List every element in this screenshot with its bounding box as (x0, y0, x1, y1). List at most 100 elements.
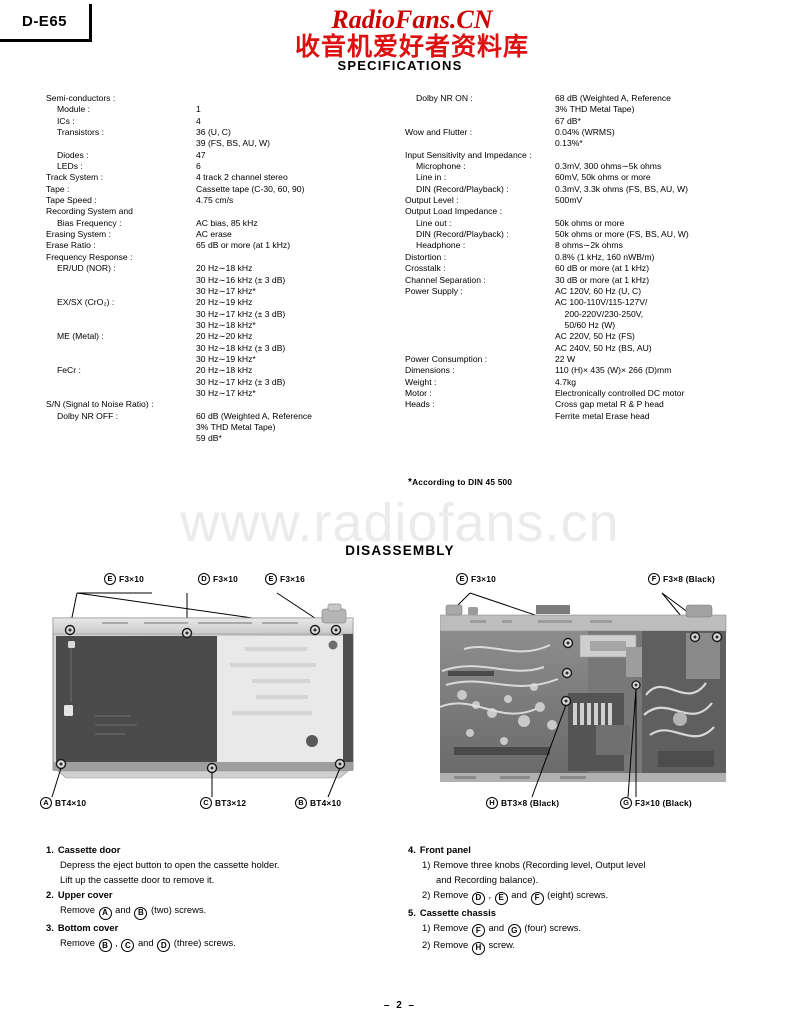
spec-value: 60 dB (Weighted A, Reference (196, 410, 312, 421)
spec-value: 60mV, 50k ohms or more (555, 172, 651, 183)
spec-value: AC erase (196, 229, 232, 240)
spec-term: Erase Ratio : (46, 240, 96, 251)
disassembly-heading: DISASSEMBLY (345, 543, 455, 558)
callout-left-bottom-3: B BT4×10 (295, 797, 341, 809)
spec-row: Heads : Cross gap metal R & P head (405, 399, 755, 410)
spec-term: Microphone : (416, 161, 466, 172)
ref-circle-icon: H (486, 797, 498, 809)
callout-text: F3×10 (Black) (635, 798, 692, 808)
spec-value: 0.3mV, 300 ohms∼5k ohms (555, 161, 662, 172)
spec-term: S/N (Signal to Noise Ratio) : (46, 399, 154, 410)
spec-row: Frequency Response : (46, 252, 386, 263)
callout-left-top-1: E F3×10 (104, 573, 144, 585)
spec-value: 39 (FS, BS, AU, W) (196, 138, 271, 149)
callout-right-bottom-1: H BT3×8 (Black) (486, 797, 559, 809)
ref-circle-icon: C (200, 797, 212, 809)
ref-circle-icon: F (530, 891, 544, 905)
spec-row: 67 dB* (405, 116, 755, 127)
spec-value: 30 Hz∼19 kHz* (196, 353, 256, 364)
spec-row: Tape Speed : 4.75 cm/s (46, 195, 386, 206)
spec-row: Input Sensitivity and Impedance : (405, 150, 755, 161)
spec-value: 4.75 cm/s (196, 195, 234, 206)
sub-step-text: Remove F and G (four) screws. (433, 920, 581, 937)
spec-row: Power Consumption : 22 W (405, 354, 755, 365)
callout-left-top-3: E F3×16 (265, 573, 305, 585)
ref-circle-icon: H (471, 941, 485, 955)
sub-step-label: 1) (422, 921, 431, 933)
spec-value: Cross gap metal R & P head (555, 399, 664, 410)
spec-value: AC 120V, 60 Hz (U, C) (555, 285, 642, 296)
spec-row: 30 Hz∼17 kHz (± 3 dB) (46, 377, 386, 388)
spec-value: Electronically controlled DC motor (555, 387, 685, 398)
ref-circle-icon: F (648, 573, 660, 585)
disassembly-diagram-bottom-view: E F3×10 D F3×10 E F3×16 A BT4×10 C BT3×1… (40, 573, 370, 820)
spec-value: 67 dB* (555, 115, 581, 126)
step-text: Remove A and B (two) screws. (46, 902, 391, 920)
spec-value: 1 (196, 104, 201, 115)
spec-row: 0.13%* (405, 138, 755, 149)
callout-text: F3×10 (471, 574, 496, 584)
spec-row: S/N (Signal to Noise Ratio) : (46, 399, 386, 410)
page-number: – 2 – (383, 1000, 417, 1011)
spec-value: 20 Hz∼18 kHz (196, 365, 253, 376)
sub-step-text: Remove three knobs (Recording level, Out… (433, 859, 646, 870)
callout-text: BT3×8 (Black) (501, 798, 560, 808)
step-title: Front panel (419, 844, 471, 855)
spec-row: Wow and Flutter : 0.04% (WRMS) (405, 127, 755, 138)
ref-circle-icon: E (494, 891, 508, 905)
spec-row: Channel Separation : 30 dB or more (at 1 … (405, 275, 755, 286)
spec-term: Frequency Response : (46, 251, 133, 262)
spec-term: Output Level : (405, 195, 459, 206)
spec-value: 59 dB* (196, 433, 222, 444)
step-number: 3. (46, 921, 54, 933)
disassembly-steps-left: 1. Cassette door Depress the eject button … (46, 842, 391, 952)
spec-term: Power Consumption : (405, 353, 488, 364)
spec-term: Transistors : (57, 127, 104, 138)
spec-term: Dolby NR ON : (416, 93, 473, 103)
spec-row: Output Level : 500mV (405, 195, 755, 206)
spec-value: 200-220V/230-250V, (555, 308, 644, 319)
ref-circle-icon: B (134, 906, 148, 920)
din-standard-footnote: *According to DIN 45 500 (408, 477, 512, 488)
spec-row: 30 Hz∼17 kHz* (46, 286, 386, 297)
spec-term: Wow and Flutter : (405, 127, 473, 138)
spec-value: 8 ohms∼2k ohms (555, 240, 623, 251)
step-number: 2. (46, 889, 54, 900)
spec-row: AC 100-110V/115-127V/ (405, 297, 755, 308)
spec-row: Tape : Cassette tape (C-30, 60, 90) (46, 184, 386, 195)
spec-term: Line in : (416, 172, 447, 183)
spec-row: 3% THD Metal Tape) (46, 422, 386, 433)
spec-value: 50k ohms or more (555, 217, 625, 228)
spec-value: 60 dB or more (at 1 kHz) (555, 263, 650, 274)
spec-term: Headphone : (416, 240, 466, 251)
sub-step: 2) Remove H screw. (408, 937, 758, 955)
step-number: 5. (408, 906, 416, 918)
spec-value: 30 Hz∼17 kHz* (196, 285, 256, 296)
spec-term: Weight : (405, 376, 437, 387)
spec-row: 30 Hz∼18 kHz (± 3 dB) (46, 343, 386, 354)
callout-left-bottom-1: A BT4×10 (40, 797, 86, 809)
ref-circle-icon: D (471, 891, 485, 905)
spec-term: DIN (Record/Playback) : (416, 183, 509, 194)
spec-row: 200-220V/230-250V, (405, 309, 755, 320)
ref-circle-icon: B (295, 797, 307, 809)
spec-value: 4 track 2 channel stereo (196, 172, 288, 183)
callout-text: F3×10 (119, 574, 144, 584)
spec-term: DIN (Record/Playback) : (416, 229, 509, 240)
spec-value: Ferrite metal Erase head (555, 410, 650, 421)
ref-circle-icon: F (471, 924, 485, 937)
step-title: Cassette chassis (419, 906, 496, 918)
spec-term: Recording System and (46, 206, 133, 217)
disassembly-diagram-internal-view: E F3×10 F F3×8 (Black) H BT3×8 (Black) G… (439, 573, 770, 820)
spec-row: EX/SX (CrO₂) : 20 Hz∼19 kHz (46, 297, 386, 308)
watermark-top: RadioFans.CN 收音机爱好者资料库 (262, 6, 562, 62)
spec-row: ER/UD (NOR) : 20 Hz∼18 kHz (46, 263, 386, 274)
spec-value: 50/60 Hz (W) (555, 319, 616, 330)
ref-circle-icon: A (40, 797, 52, 809)
spec-term: Dolby NR OFF : (57, 410, 119, 421)
spec-row: DIN (Record/Playback) : 0.3mV, 3.3k ohms … (405, 184, 755, 195)
spec-row: 30 Hz∼16 kHz (± 3 dB) (46, 275, 386, 286)
callout-right-bottom-2: G F3×10 (Black) (620, 797, 692, 809)
callout-left-top-2: D F3×10 (198, 573, 238, 585)
spec-term: Channel Separation : (405, 274, 486, 285)
